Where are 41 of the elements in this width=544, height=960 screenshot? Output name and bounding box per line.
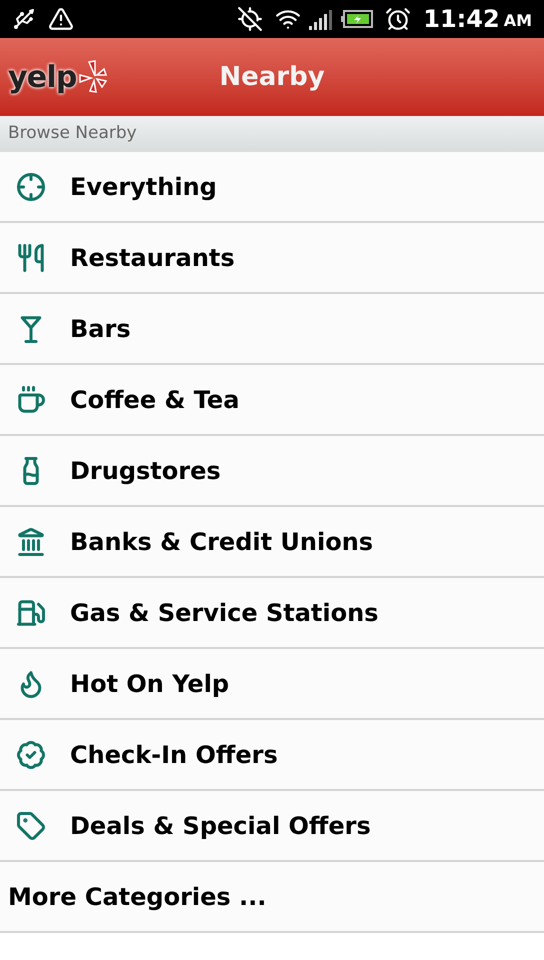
yelp-logo: yelp (8, 58, 77, 96)
category-label: Banks & Credit Unions (70, 526, 374, 558)
category-item[interactable]: Restaurants (0, 223, 544, 294)
clock-time: 11:42 (423, 4, 500, 35)
burst-logo-icon (76, 60, 107, 94)
usb-icon (12, 7, 36, 31)
category-label: Everything (70, 172, 217, 202)
category-item[interactable]: Everything (0, 152, 544, 223)
category-item[interactable]: Bars (0, 294, 544, 365)
page-title: Nearby (219, 60, 325, 94)
category-label: Coffee & Tea (70, 384, 240, 416)
battery-icon (341, 10, 374, 28)
fuel-pump-icon (16, 598, 46, 628)
more-label: More Categories ... (8, 882, 266, 912)
category-item[interactable]: Banks & Credit Unions (0, 507, 544, 578)
alarm-clock-icon (385, 6, 412, 32)
category-item[interactable]: Deals & Special Offers (0, 791, 544, 862)
category-label: Restaurants (70, 242, 235, 274)
signal-icon (309, 8, 334, 30)
category-label: Gas & Service Stations (70, 598, 378, 628)
category-label: Check-In Offers (70, 740, 278, 770)
category-item[interactable]: Drugstores (0, 436, 544, 507)
location-off-icon (237, 6, 264, 32)
category-item[interactable]: Coffee & Tea (0, 365, 544, 436)
bank-icon (16, 526, 46, 556)
clock-meridiem: AM (504, 10, 532, 32)
crosshair-icon (16, 172, 46, 202)
section-title: Browse Nearby (8, 122, 137, 146)
category-item[interactable]: Hot On Yelp (0, 649, 544, 720)
fork-knife-icon (16, 242, 46, 272)
tag-icon (16, 810, 46, 840)
category-label: Bars (70, 314, 131, 344)
coffee-cup-icon (16, 384, 46, 414)
warning-icon (48, 6, 74, 32)
category-item[interactable]: Gas & Service Stations (0, 578, 544, 649)
category-label: Drugstores (70, 456, 221, 486)
category-item[interactable]: Check-In Offers (0, 720, 544, 791)
check-badge-icon (16, 740, 46, 770)
more-categories-item[interactable]: More Categories ... (0, 862, 544, 933)
category-label: Deals & Special Offers (70, 810, 371, 842)
category-label: Hot On Yelp (70, 668, 230, 700)
